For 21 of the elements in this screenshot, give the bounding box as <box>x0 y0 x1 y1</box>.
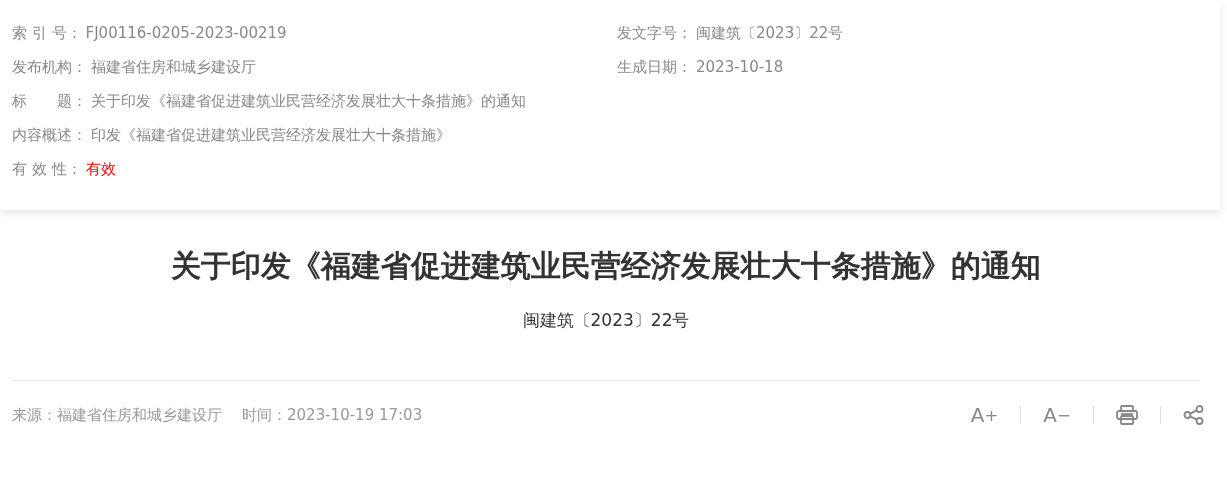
field-label: 索 引 号： <box>12 24 82 44</box>
field-label: 标 题： <box>12 92 87 112</box>
article-title: 关于印发《福建省促进建筑业民营经济发展壮大十条措施》的通知 <box>170 247 1042 285</box>
print-button[interactable] <box>1114 405 1140 425</box>
source-text: 来源：福建省住房和城乡建设厅 <box>12 405 222 425</box>
publish-time: 时间：2023-10-19 17:03 <box>242 405 423 425</box>
field-label: 内容概述： <box>12 126 87 146</box>
share-icon <box>1183 405 1205 425</box>
field-value: 关于印发《福建省促进建筑业民营经济发展壮大十条措施》的通知 <box>91 92 526 112</box>
field-label: 生成日期： <box>617 58 692 78</box>
field-value: 2023-10-18 <box>696 58 784 78</box>
field-value: 印发《福建省促进建筑业民营经济发展壮大十条措施》 <box>91 126 451 146</box>
field-label: 发文字号： <box>617 24 692 44</box>
field-value: 福建省住房和城乡建设厅 <box>91 58 256 78</box>
print-icon <box>1116 405 1138 425</box>
field-label: 有 效 性： <box>12 160 82 180</box>
document-number: 闽建筑〔2023〕22号 <box>522 310 690 330</box>
field-value: FJ00116-0205-2023-00219 <box>85 24 287 44</box>
field-value: 闽建筑〔2023〕22号 <box>696 24 844 44</box>
field-label: 发布机构： <box>12 58 87 78</box>
field-value: 有效 <box>85 160 116 180</box>
